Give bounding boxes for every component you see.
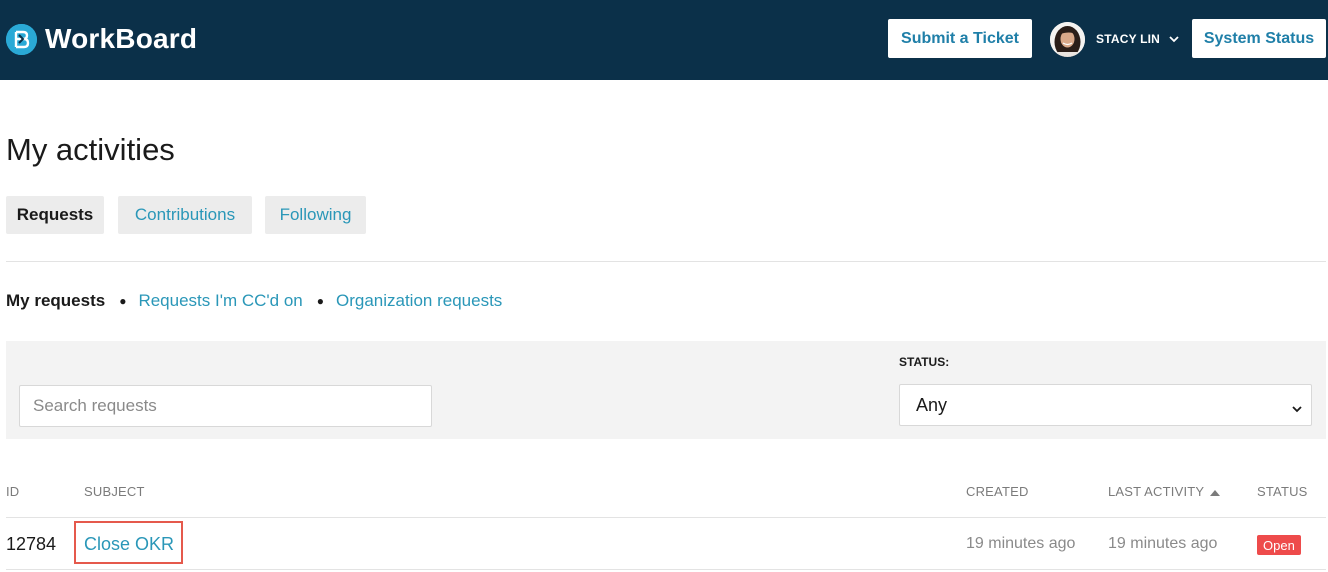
sort-ascending-icon [1210, 484, 1221, 499]
request-id: 12784 [6, 534, 57, 554]
user-name: STACY LIN [1096, 32, 1161, 46]
chevron-down-icon [1291, 399, 1303, 420]
status-badge: Open [1257, 535, 1301, 555]
filter-panel: STATUS: Any [6, 341, 1326, 439]
workboard-logo-icon [6, 23, 37, 55]
tab-contributions[interactable]: Contributions [118, 196, 252, 234]
status-select[interactable]: Any [899, 384, 1312, 426]
status-filter-label: STATUS: [899, 355, 950, 369]
request-last-activity: 19 minutes ago [1108, 535, 1218, 552]
tab-following[interactable]: Following [265, 196, 366, 234]
system-status-button[interactable]: System Status [1192, 19, 1326, 58]
column-header-id[interactable]: ID [6, 484, 19, 499]
last-activity-label: LAST ACTIVITY [1108, 484, 1205, 499]
top-header: WorkBoard Submit a Ticket STACY LIN Syst… [0, 0, 1328, 80]
tab-requests[interactable]: Requests [6, 196, 104, 234]
section-divider [6, 261, 1326, 262]
separator-dot: ● [119, 294, 127, 308]
page-title: My activities [6, 132, 175, 167]
table-divider [6, 569, 1326, 570]
column-header-last-activity[interactable]: LAST ACTIVITY [1108, 484, 1221, 499]
status-select-value: Any [916, 394, 948, 415]
column-header-created[interactable]: CREATED [966, 484, 1029, 499]
avatar [1050, 21, 1085, 57]
logo-text: WorkBoard [45, 23, 198, 54]
search-input[interactable] [19, 385, 432, 427]
separator-dot: ● [316, 294, 324, 308]
user-menu[interactable]: STACY LIN [1050, 21, 1179, 57]
request-subject-link[interactable]: Close OKR [84, 534, 174, 555]
request-subnav: My requests ● Requests I'm CC'd on ● Org… [6, 290, 502, 312]
workboard-logo[interactable]: WorkBoard [6, 22, 197, 56]
subnav-cc-requests[interactable]: Requests I'm CC'd on [138, 291, 302, 311]
column-header-status[interactable]: STATUS [1257, 484, 1308, 499]
subnav-organization-requests[interactable]: Organization requests [336, 291, 502, 311]
column-header-subject[interactable]: SUBJECT [84, 484, 145, 499]
table-divider [6, 517, 1326, 518]
chevron-down-icon [1169, 30, 1179, 48]
subnav-my-requests[interactable]: My requests [6, 291, 105, 311]
request-created: 19 minutes ago [966, 535, 1076, 552]
submit-ticket-button[interactable]: Submit a Ticket [888, 19, 1032, 58]
